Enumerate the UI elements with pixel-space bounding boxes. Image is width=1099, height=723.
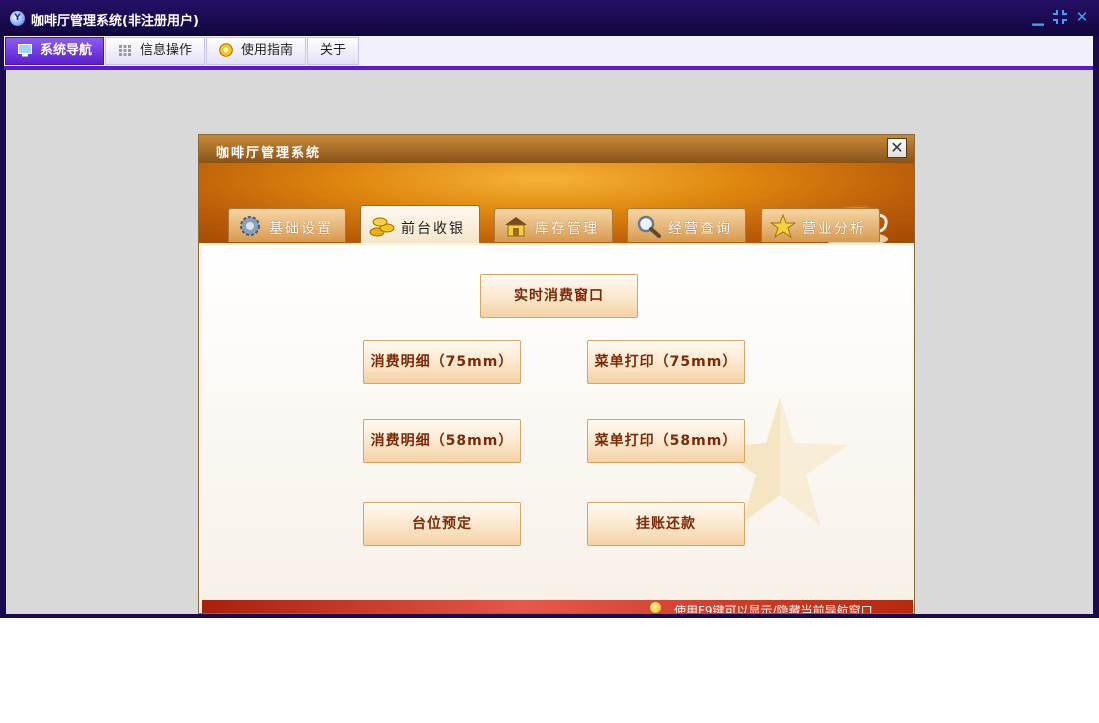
tab-label: 库存管理 [535, 221, 599, 237]
tab-label: 基础设置 [269, 221, 333, 237]
restore-icon [1053, 10, 1067, 24]
tab-business-query[interactable]: 经营查询 [627, 208, 746, 242]
table-reservation-button[interactable]: 台位预定 [363, 502, 521, 546]
realtime-consumption-button[interactable]: 实时消费窗口 [480, 274, 638, 318]
tab-business-analysis[interactable]: 营业分析 [761, 208, 880, 242]
dialog-title: 咖啡厅管理系统 [216, 146, 322, 161]
monitor-icon [18, 44, 32, 57]
credit-repayment-button[interactable]: 挂账还款 [587, 502, 745, 546]
menu-tab-about[interactable]: 关于 [307, 37, 359, 65]
menu-tab-label: 关于 [320, 43, 347, 58]
tab-inventory[interactable]: 库存管理 [494, 208, 613, 242]
tab-label: 经营查询 [668, 221, 732, 237]
menu-tab-info-ops[interactable]: 信息操作 [105, 37, 205, 65]
consumption-detail-58mm-button[interactable]: 消费明细（58mm） [363, 419, 521, 463]
close-button[interactable]: ✕ [1074, 9, 1090, 25]
magnifier-icon [637, 215, 661, 238]
tab-basic-settings[interactable]: 基础设置 [228, 208, 346, 242]
star-icon [770, 214, 796, 238]
restore-button[interactable] [1052, 9, 1068, 25]
grid-icon [119, 45, 131, 56]
status-hint: 使用F9键可以显示/隐藏当前导航窗口 [674, 604, 873, 614]
menu-tab-user-guide[interactable]: 使用指南 [206, 37, 306, 65]
menu-tab-label: 使用指南 [241, 43, 294, 58]
minimize-button[interactable]: ▁ [1030, 9, 1046, 25]
menu-tab-label: 信息操作 [140, 43, 193, 58]
warehouse-icon [505, 217, 527, 237]
dialog-content: 实时消费窗口 消费明细（75mm） 菜单打印（75mm） 消费明细（58mm） … [202, 245, 913, 600]
app-logo-icon: Y [10, 11, 25, 26]
menu-tab-label: 系统导航 [40, 43, 93, 58]
menu-bar: 系统导航 信息操作 使用指南 关于 [4, 36, 1093, 66]
menu-print-75mm-button[interactable]: 菜单打印（75mm） [587, 340, 745, 384]
help-icon [219, 43, 233, 57]
tab-label: 前台收银 [401, 221, 465, 237]
tab-label: 营业分析 [802, 221, 866, 237]
menu-print-58mm-button[interactable]: 菜单打印（58mm） [587, 419, 745, 463]
bulb-icon [650, 602, 661, 613]
nav-dialog: 咖啡厅管理系统 ✕ 基础设置 前台收银 库存管理 经营查询 营业分析 实时消费窗… [198, 134, 915, 614]
window-title: 咖啡厅管理系统(非注册用户) [31, 14, 199, 29]
dialog-status-bar: 使用F9键可以显示/隐藏当前导航窗口 [202, 600, 913, 614]
coins-icon [369, 217, 395, 237]
title-bar[interactable]: Y 咖啡厅管理系统(非注册用户) ▁ ✕ [0, 0, 1099, 36]
gear-icon [240, 216, 260, 236]
dialog-close-button[interactable]: ✕ [887, 138, 907, 158]
consumption-detail-75mm-button[interactable]: 消费明细（75mm） [363, 340, 521, 384]
tab-front-cashier[interactable]: 前台收银 [360, 205, 480, 243]
dialog-title-bar[interactable]: 咖啡厅管理系统 ✕ [199, 135, 914, 163]
menu-tab-system-nav[interactable]: 系统导航 [5, 37, 104, 65]
